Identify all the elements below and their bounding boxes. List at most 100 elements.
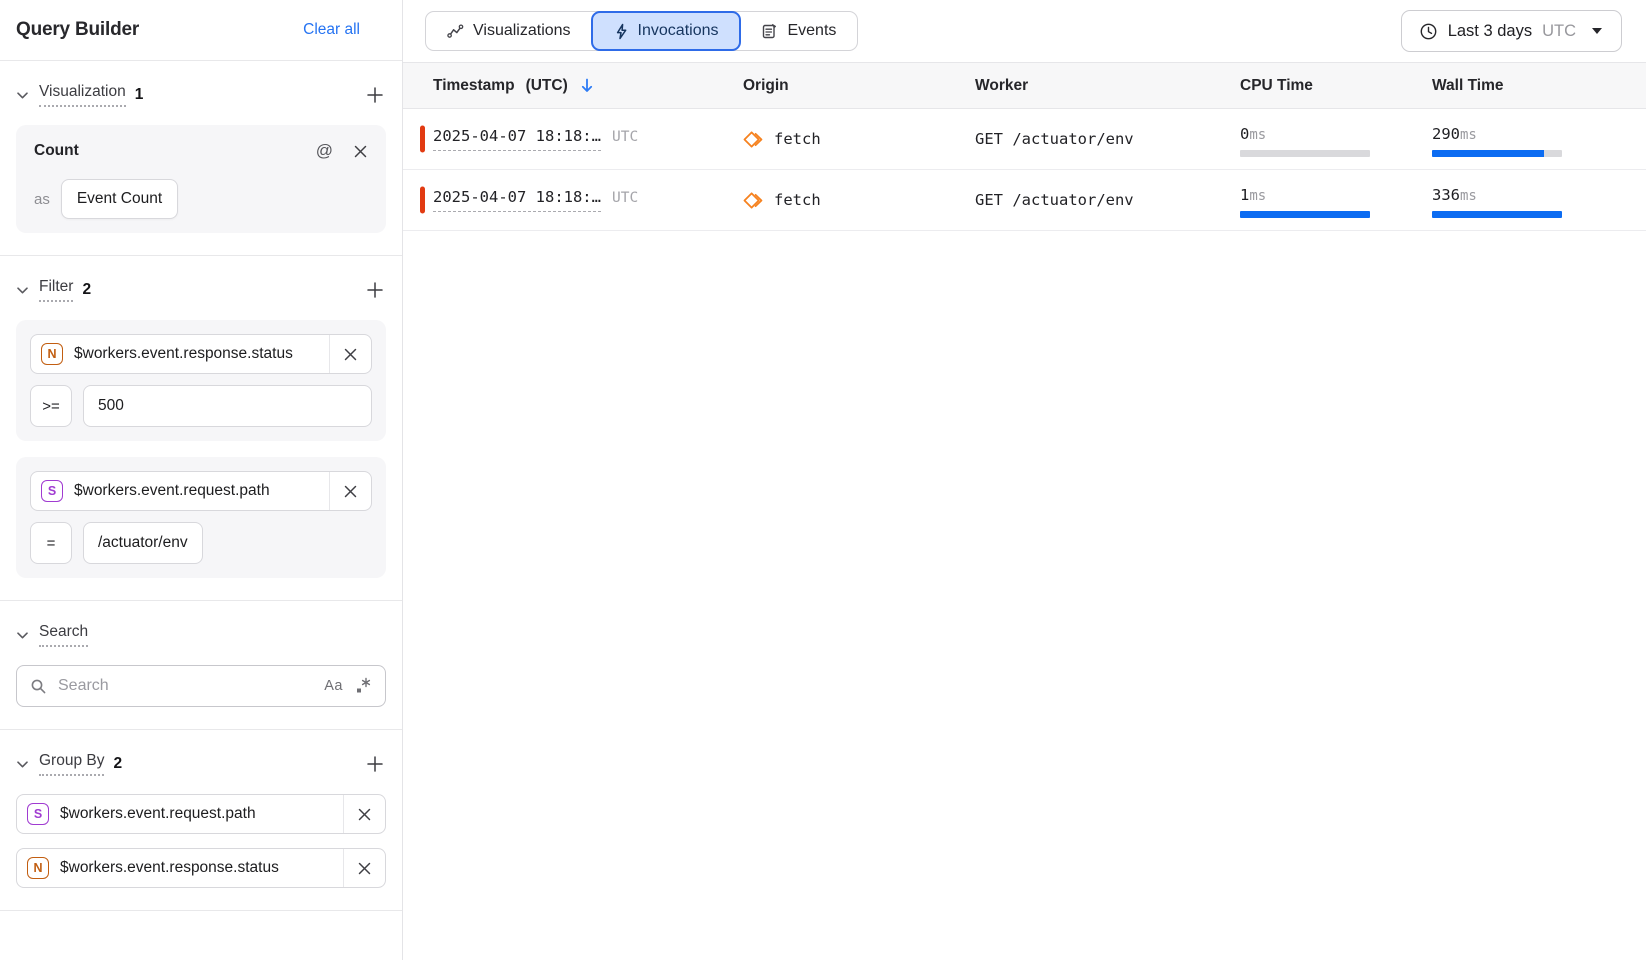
chevron-down-icon[interactable] [16,89,29,102]
tab-invocations[interactable]: Invocations [591,11,742,51]
filter-card: N $workers.event.response.status >= 500 [16,320,386,441]
match-case-icon[interactable]: Aa [324,678,343,694]
filter-field-name: $workers.event.request.path [74,482,329,500]
search-section: Search Aa [0,601,402,730]
column-header-worker[interactable]: Worker [975,77,1240,95]
origin-value: fetch [774,191,821,209]
results-topbar: Visualizations Invocations Events [403,0,1646,62]
string-type-icon: S [27,803,49,825]
wall-time-bar-fill [1432,150,1544,157]
events-document-icon [761,23,778,40]
cpu-time-bar-fill [1240,211,1370,218]
timestamp-value[interactable]: 2025-04-07 18:18:… [433,188,601,212]
search-input[interactable] [58,677,313,695]
close-icon [343,484,358,499]
filter-operator-row: >= 500 [30,385,372,427]
error-status-indicator [420,126,425,153]
chevron-down-icon[interactable] [16,758,29,771]
tab-visualizations[interactable]: Visualizations [426,12,592,50]
add-visualization-button[interactable] [364,84,386,106]
cpu-time-bar [1240,150,1370,157]
filter-section-header: Filter 2 [16,278,386,302]
remove-group-by-button[interactable] [343,795,385,833]
filter-field-chip[interactable]: N $workers.event.response.status [30,334,372,374]
wall-time-bar-fill [1432,211,1562,218]
column-header-cpu-time[interactable]: CPU Time [1240,77,1432,95]
chevron-down-icon[interactable] [16,629,29,642]
tab-events[interactable]: Events [740,12,857,50]
worker-cell: GET /actuator/env [975,191,1240,209]
caret-down-icon [1590,26,1604,36]
wall-time-cell: 336ms [1432,182,1562,218]
clear-all-button[interactable]: Clear all [303,21,360,39]
tab-label: Events [787,22,836,40]
remove-visualization-button[interactable] [353,144,368,159]
time-range-timezone: UTC [1542,22,1576,41]
origin-cell: fetch [743,129,975,150]
column-header-timestamp[interactable]: Timestamp (UTC) [433,77,743,95]
origin-value: fetch [774,130,821,148]
filter-field-chip[interactable]: S $workers.event.request.path [30,471,372,511]
filter-section: Filter 2 N $workers.event.response.statu… [0,256,402,601]
regex-icon[interactable] [354,677,372,695]
alias-button[interactable]: Event Count [61,179,178,219]
sidebar-header: Query Builder Clear all [0,0,402,61]
timestamp-header-tz: (UTC) [526,77,568,95]
remove-group-by-button[interactable] [343,849,385,887]
group-by-field-chip[interactable]: N $workers.event.response.status [16,848,386,888]
line-chart-icon [447,24,464,39]
group-by-section-label[interactable]: Group By [39,752,104,776]
cpu-time-cell: 1ms [1240,182,1370,218]
invocation-row[interactable]: 2025-04-07 18:18:… UTC fetch GET /actuat… [403,170,1646,231]
page-title: Query Builder [16,19,139,41]
lightning-bolt-icon [614,23,629,40]
search-section-label[interactable]: Search [39,623,88,647]
error-status-indicator [420,187,425,214]
at-icon[interactable]: @ [316,141,333,161]
cpu-time-cell: 0ms [1240,121,1370,157]
search-box: Aa [16,665,386,707]
filter-operator[interactable]: >= [30,385,72,427]
visualization-section-label[interactable]: Visualization [39,83,126,107]
column-header-origin[interactable]: Origin [743,77,975,95]
wall-time-bar [1432,211,1562,218]
visualization-function: Count [34,142,79,160]
filter-operator[interactable]: = [30,522,72,564]
cpu-time-value: 1 [1240,186,1249,204]
number-type-icon: N [41,343,63,365]
worker-cell: GET /actuator/env [975,130,1240,148]
filter-value-input[interactable]: /actuator/env [83,522,203,564]
wall-time-unit: ms [1460,188,1477,204]
search-section-header: Search [16,623,386,647]
visualization-count: 1 [135,86,144,104]
group-by-count: 2 [113,755,122,773]
view-tab-group: Visualizations Invocations Events [425,11,858,51]
time-range-dropdown[interactable]: Last 3 days UTC [1401,10,1622,52]
visualization-section-header: Visualization 1 [16,83,386,107]
wall-time-bar [1432,150,1562,157]
add-group-by-button[interactable] [364,753,386,775]
filter-value-input[interactable]: 500 [83,385,372,427]
group-by-section: Group By 2 S $workers.event.request.path… [0,730,402,911]
timestamp-cell: 2025-04-07 18:18:… UTC [433,127,743,151]
group-by-field-chip[interactable]: S $workers.event.request.path [16,794,386,834]
string-type-icon: S [41,480,63,502]
wall-time-unit: ms [1460,127,1477,143]
chevron-down-icon[interactable] [16,284,29,297]
filter-section-label[interactable]: Filter [39,278,73,302]
column-header-wall-time[interactable]: Wall Time [1432,77,1646,95]
sort-descending-icon[interactable] [579,77,595,94]
invocation-row[interactable]: 2025-04-07 18:18:… UTC fetch GET /actuat… [403,109,1646,170]
group-by-section-header: Group By 2 [16,752,386,776]
cpu-time-unit: ms [1249,188,1266,204]
close-icon [343,347,358,362]
timestamp-cell: 2025-04-07 18:18:… UTC [433,188,743,212]
plus-icon [366,86,384,104]
remove-filter-button[interactable] [329,472,371,510]
plus-icon [366,755,384,773]
close-icon [357,807,372,822]
remove-filter-button[interactable] [329,335,371,373]
tab-label: Visualizations [473,22,571,40]
timestamp-value[interactable]: 2025-04-07 18:18:… [433,127,601,151]
add-filter-button[interactable] [364,279,386,301]
